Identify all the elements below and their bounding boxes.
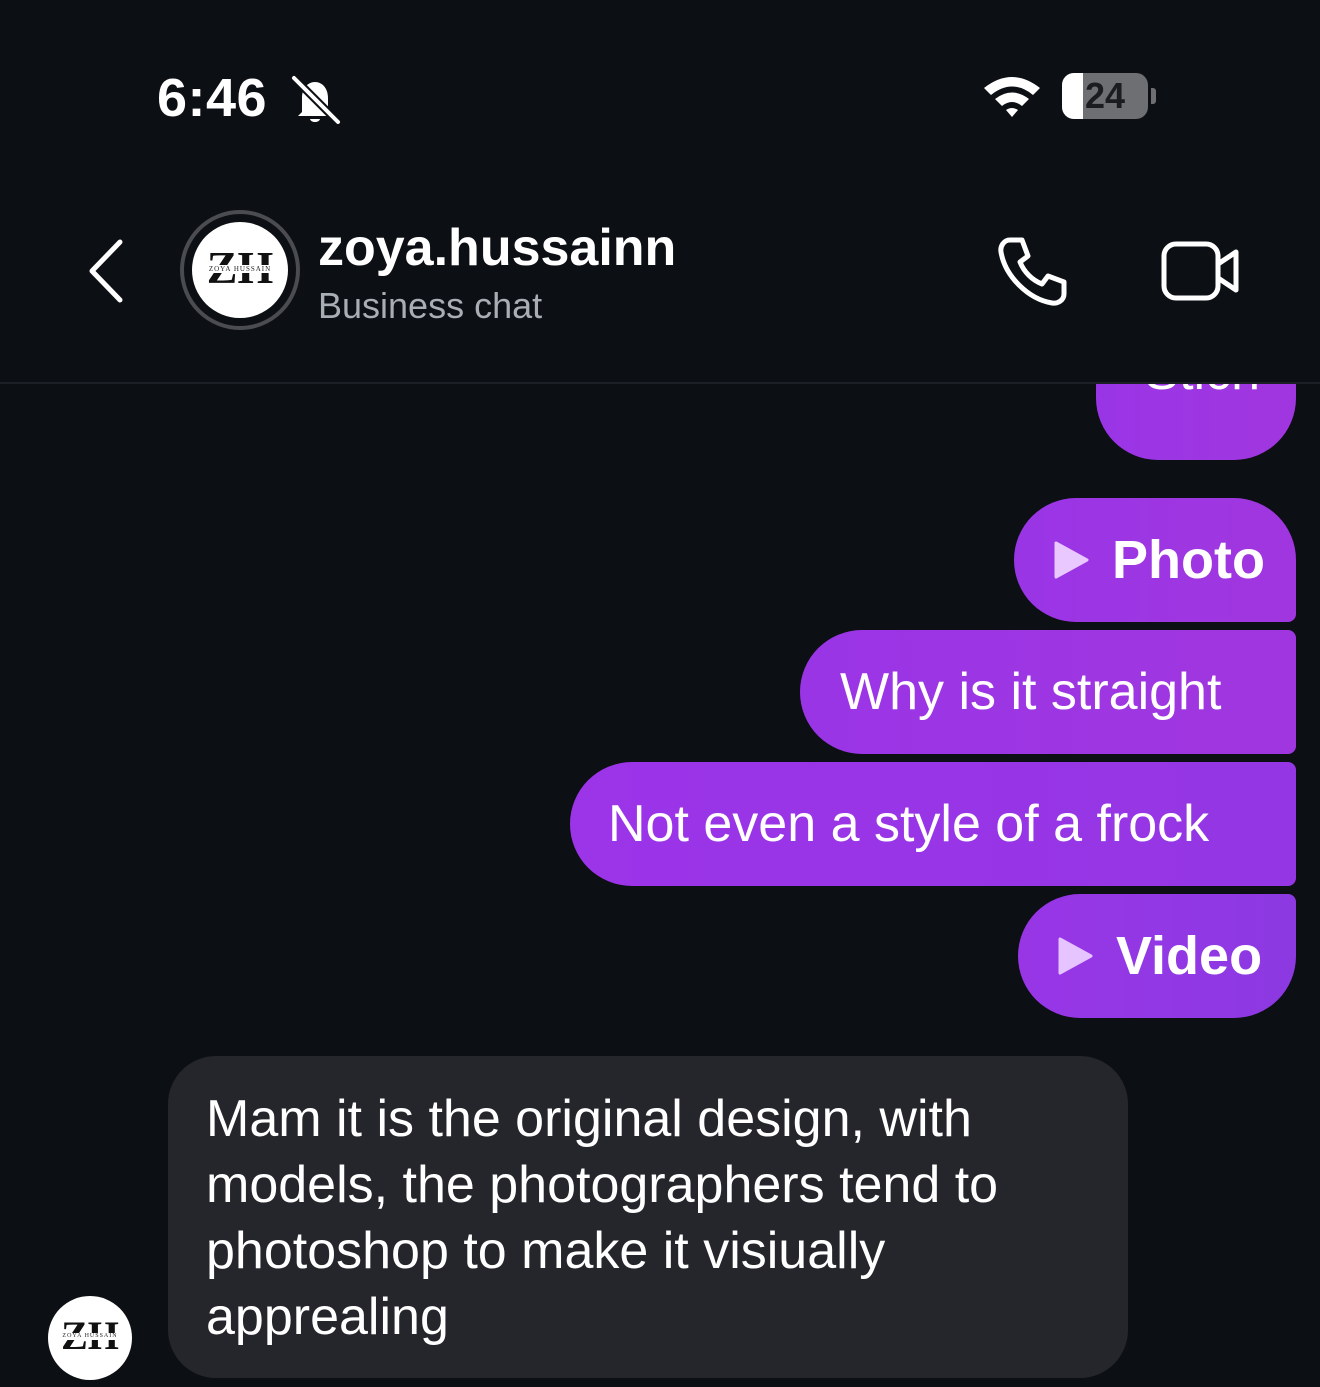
avatar-caption: ZOYA HUSSAIN: [200, 265, 280, 273]
play-icon: [1054, 541, 1089, 579]
avatar[interactable]: ZH ZOYA HUSSAIN: [180, 210, 300, 330]
message-bubble-outgoing[interactable]: Not even a style of a frock: [570, 762, 1296, 886]
bell-slash-icon: [290, 74, 342, 126]
message-text: Why is it straight: [840, 663, 1222, 721]
status-time: 6:46: [157, 68, 268, 128]
photo-message-bubble[interactable]: Photo: [1014, 498, 1296, 622]
play-icon: [1058, 937, 1093, 975]
avatar-caption: ZOYA HUSSAIN: [55, 1333, 125, 1340]
message-bubble-outgoing[interactable]: Stich: [1096, 384, 1296, 460]
message-text-line: models, the photographers tend to: [206, 1156, 999, 1214]
chat-username[interactable]: zoya.hussainn: [318, 218, 676, 278]
message-text: Not even a style of a frock: [608, 795, 1210, 853]
battery-level: 24: [1084, 75, 1126, 116]
message-list[interactable]: Stich Photo Why is it straight Not even …: [0, 384, 1320, 1387]
sender-avatar[interactable]: ZH ZOYA HUSSAIN: [48, 1296, 132, 1380]
message-bubble-incoming[interactable]: Mam it is the original design, with mode…: [168, 1056, 1128, 1378]
battery-indicator: 24: [1062, 73, 1156, 119]
message-text: Stich: [1144, 384, 1260, 401]
message-bubble-outgoing[interactable]: Why is it straight: [800, 630, 1296, 754]
chat-subtitle: Business chat: [318, 285, 543, 326]
message-text-line: Mam it is the original design, with: [206, 1090, 972, 1148]
video-message-bubble[interactable]: Video: [1018, 894, 1296, 1018]
photo-label: Photo: [1112, 530, 1265, 590]
wifi-icon: [984, 77, 1040, 117]
video-label: Video: [1116, 926, 1263, 986]
video-camera-icon[interactable]: [1160, 238, 1242, 304]
chevron-left-icon[interactable]: [82, 234, 132, 308]
message-text-line: apprealing: [206, 1288, 449, 1346]
message-text-line: photoshop to make it visiually: [206, 1222, 886, 1280]
phone-icon[interactable]: [996, 234, 1070, 308]
